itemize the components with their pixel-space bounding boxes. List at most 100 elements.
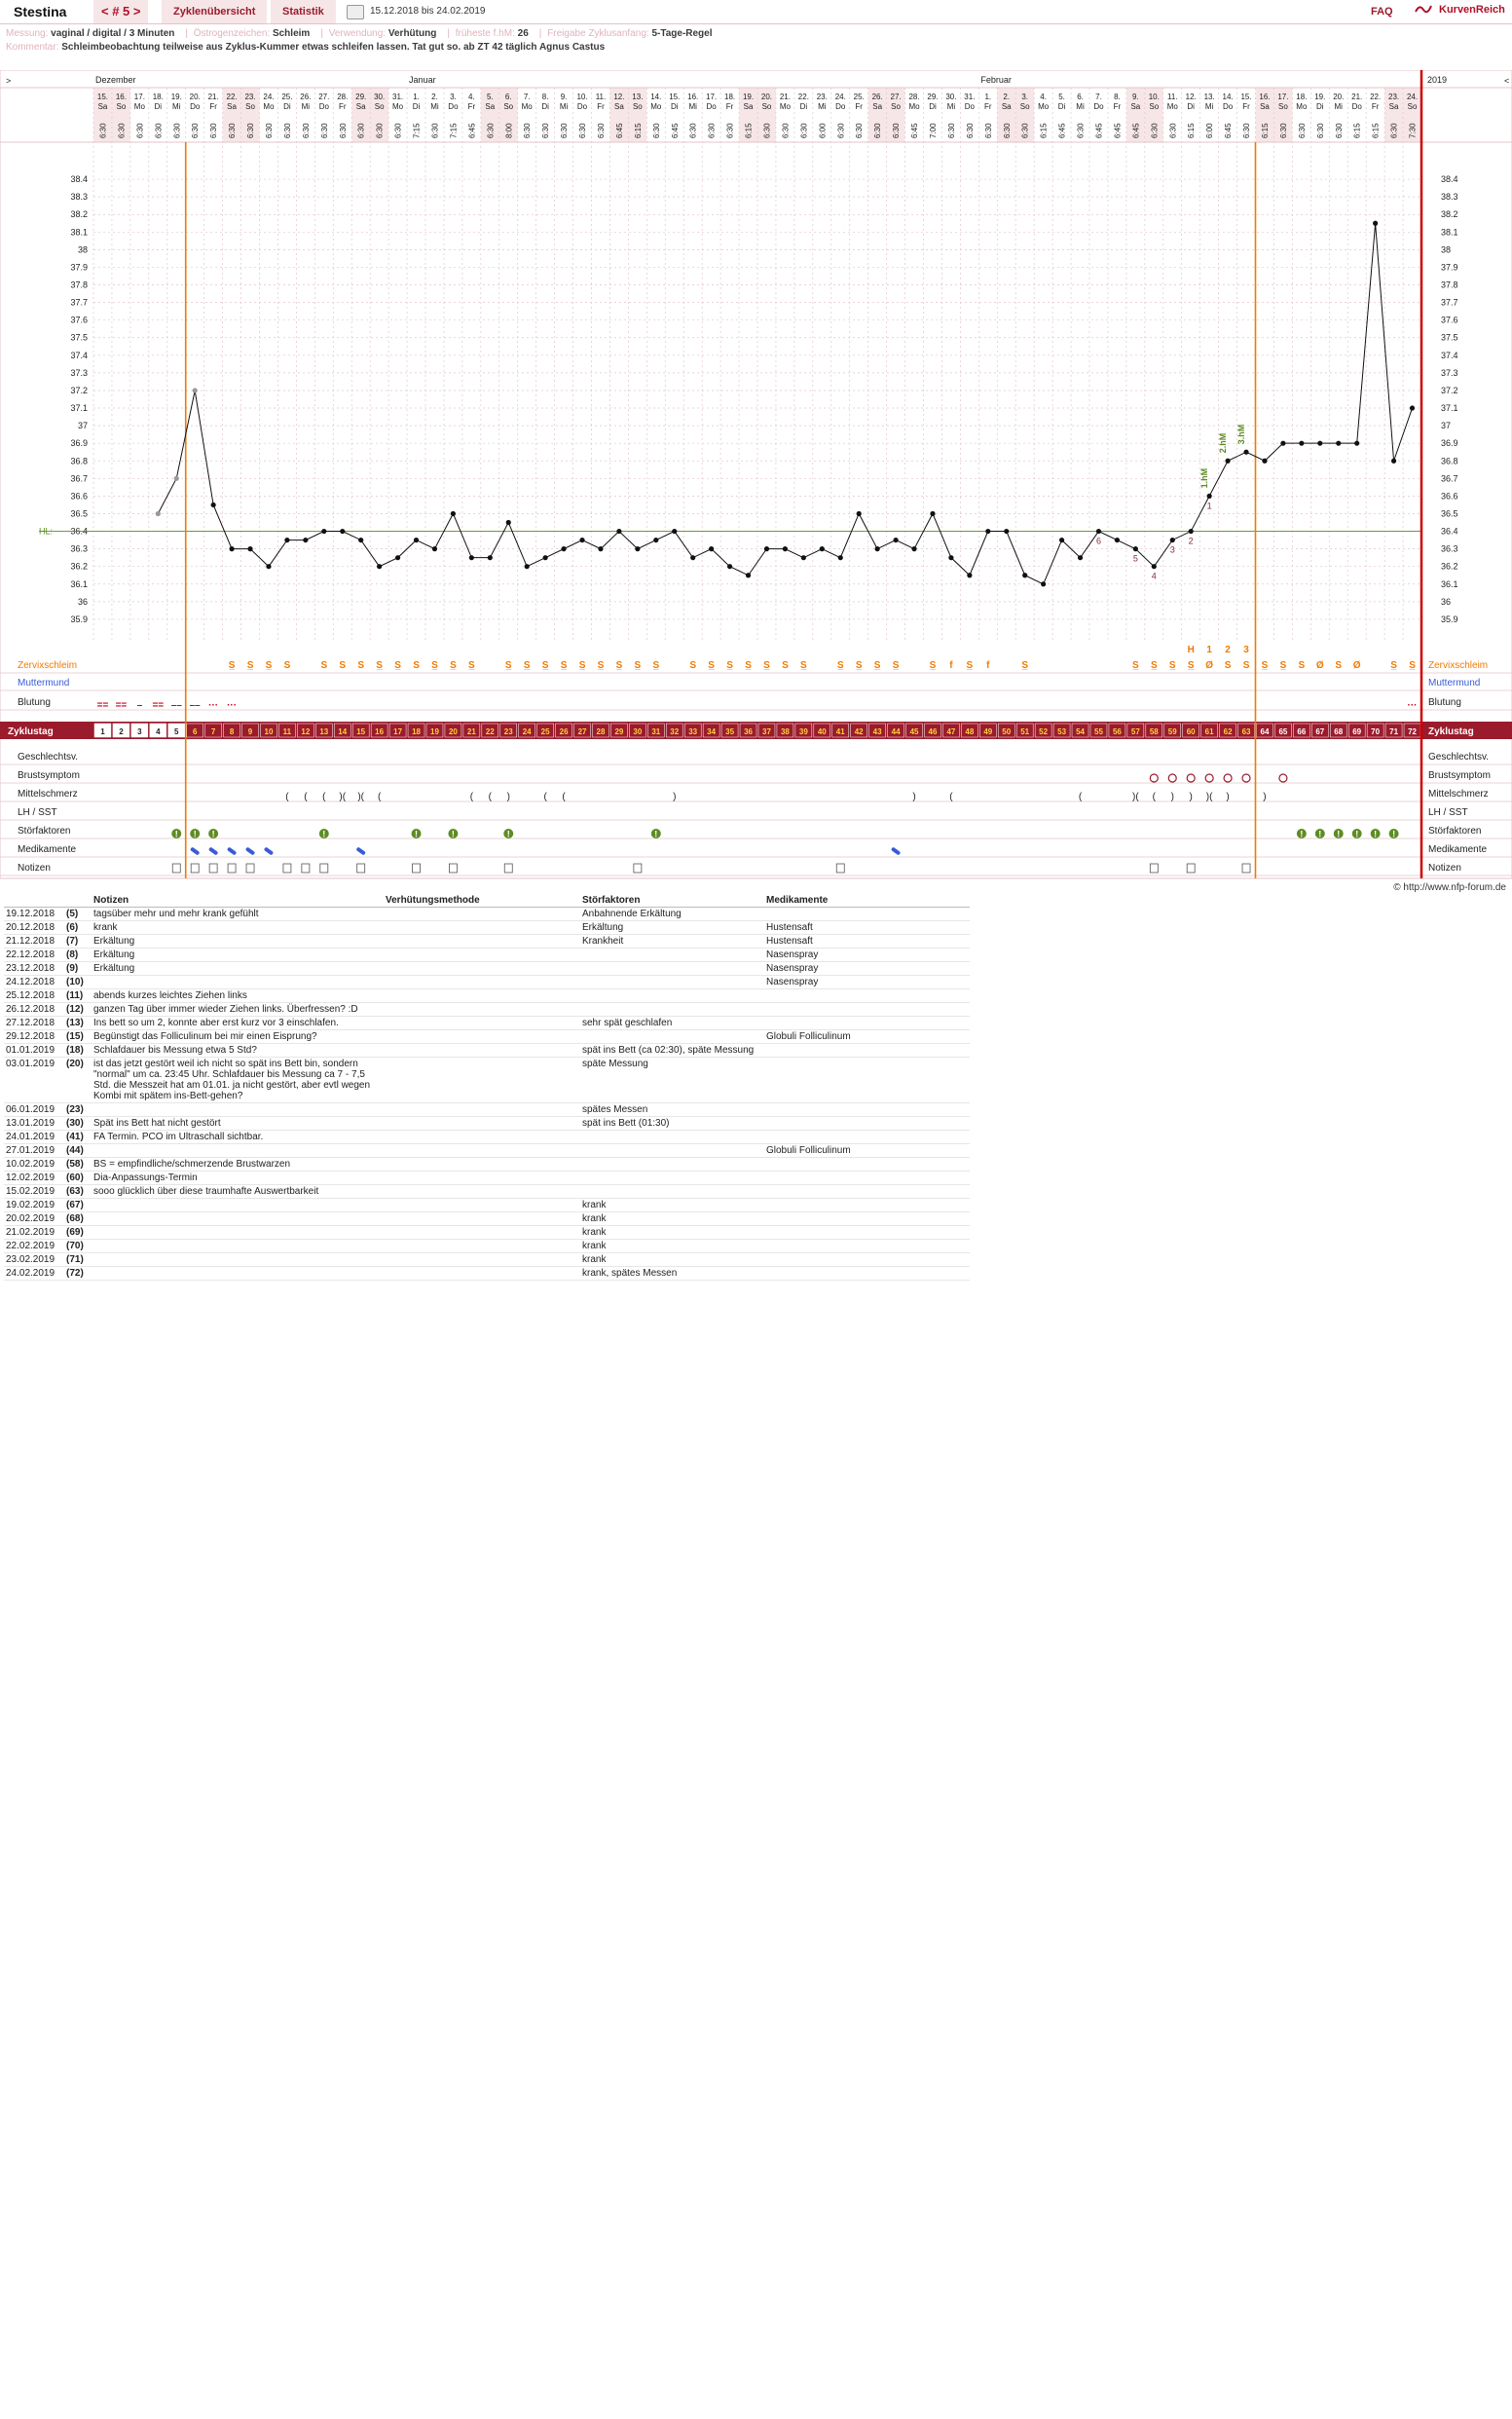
weekday-label: Mo [650, 102, 662, 111]
time-label: 6:45 [1094, 123, 1103, 138]
note-icon [190, 863, 200, 874]
cell-date: 19.02.2019 [4, 1198, 64, 1212]
meta-line-2: Kommentar: Schleimbeobachtung teilweise … [6, 41, 720, 55]
cycle-meta: Messung: vaginal / digital / 3 Minuten | … [6, 27, 720, 55]
weekday-label: Sa [872, 102, 882, 111]
note-icon [449, 863, 458, 874]
cycle-day-number: 46 [929, 727, 938, 736]
tab-statistics[interactable]: Statistik [271, 0, 336, 23]
measurement-value: vaginal / digital / 3 Minuten [51, 28, 175, 39]
cell-stoer: krank [580, 1198, 764, 1212]
cell-date: 21.12.2018 [4, 934, 64, 949]
row-label-right-blut: Blutung [1428, 697, 1461, 708]
cell-note: Ins bett so um 2, konnte aber erst kurz … [92, 1016, 384, 1030]
cell-med [764, 1043, 970, 1058]
cycle-navigator[interactable]: < # 5 > [93, 0, 149, 23]
date-label: 14. [1223, 93, 1234, 101]
cell-note [92, 1266, 384, 1281]
weekday-label: Di [283, 102, 291, 111]
table-row: 20.12.2018 (6) krank Erkältung Hustensaft [4, 920, 970, 935]
weekday-label: So [117, 102, 127, 111]
time-label: 6:30 [339, 123, 348, 138]
table-row: 23.02.2019 (71) krank [4, 1252, 970, 1267]
y-tick-left: 35.9 [70, 614, 88, 624]
cell-date: 29.12.2018 [4, 1029, 64, 1044]
weekday-label: Fr [1114, 102, 1122, 111]
temperature-point [930, 510, 936, 517]
disturbance-icon-mark: ! [1392, 830, 1395, 839]
weekday-label: Do [707, 102, 718, 111]
date-label: 9. [1132, 93, 1139, 101]
row-label-right-stoer: Störfaktoren [1428, 826, 1481, 837]
cell-meth [384, 1239, 580, 1253]
cycle-day-number: 16 [375, 727, 384, 736]
weekday-label: Mo [263, 102, 275, 111]
y-tick-right: 37.9 [1441, 262, 1458, 272]
temperature-point [598, 546, 604, 552]
temperature-point [468, 555, 474, 561]
mucus-symbol: S [320, 660, 327, 671]
tab-cycle-overview[interactable]: Zyklenübersicht [162, 0, 268, 23]
cell-ct: (18) [64, 1043, 92, 1058]
note-icon [245, 863, 255, 874]
time-label: 6:30 [873, 123, 882, 138]
note-icon [227, 863, 237, 874]
date-label: 18. [153, 93, 164, 101]
cell-meth [384, 1102, 580, 1117]
weekday-label: So [375, 102, 385, 111]
weekday-label: Sa [614, 102, 624, 111]
cycle-day-number: 25 [541, 727, 550, 736]
weekday-label: So [762, 102, 772, 111]
date-label: 5. [487, 93, 494, 101]
time-label: 6:45 [467, 123, 476, 138]
low-mark-label: 3 [1170, 545, 1175, 555]
mucus-symbol: S̲ [505, 660, 512, 671]
mucus-symbol: S̲ [763, 660, 770, 671]
printer-icon[interactable] [347, 5, 364, 19]
cell-stoer: krank, spätes Messen [580, 1266, 764, 1281]
time-label: 6:30 [1003, 123, 1012, 138]
month-label: Dezember [95, 75, 136, 85]
estrogen-value: Schleim [272, 28, 311, 39]
table-row: 23.12.2018 (9) Erkältung Nasenspray [4, 961, 970, 976]
mucus-symbol: S̲ [837, 660, 844, 671]
cell-ct: (23) [64, 1102, 92, 1117]
time-label: 6:30 [708, 123, 717, 138]
cell-note: Erkältung [92, 934, 384, 949]
note-icon [301, 863, 311, 874]
mucus-symbol: S̲ [800, 660, 807, 671]
cell-note: ist das jetzt gestört weil ich nicht so … [92, 1057, 384, 1103]
date-label: 20. [1333, 93, 1344, 101]
y-tick-right: 36.8 [1441, 456, 1458, 465]
row-label-right-lh: LH / SST [1428, 807, 1468, 818]
time-label: 6:30 [246, 123, 255, 138]
cell-date: 24.12.2018 [4, 975, 64, 989]
y-tick-right: 37.8 [1441, 280, 1458, 290]
comment-value: Schleimbeobachtung teilweise aus Zyklus-… [61, 42, 606, 53]
cycle-day-number: 64 [1261, 727, 1270, 736]
temperature-point [431, 546, 438, 552]
date-label: 22. [798, 93, 809, 101]
bleeding-symbol: ··· [227, 700, 237, 711]
temperature-point [505, 519, 511, 526]
weekday-label: Mo [780, 102, 792, 111]
note-icon [503, 863, 513, 874]
brand-name[interactable]: KurvenReich [1439, 4, 1505, 16]
date-label: 13. [1204, 93, 1215, 101]
cell-stoer [580, 975, 764, 989]
cell-meth [384, 1016, 580, 1030]
table-row: 25.12.2018 (11) abends kurzes leichtes Zie… [4, 988, 970, 1003]
mucus-symbol: S [339, 660, 346, 671]
temperature-point [579, 537, 585, 543]
faq-link[interactable]: FAQ [1371, 6, 1393, 18]
mucus-symbol: S̲ [652, 660, 659, 671]
cycle-day-number: 37 [762, 727, 771, 736]
low-mark-label: 5 [1133, 554, 1138, 564]
cycle-day-number: 70 [1371, 727, 1380, 736]
mucus-symbol: S [413, 660, 420, 671]
notes-header-row: Notizen Verhütungsmethode Störfaktoren M… [4, 894, 970, 908]
cell-med [764, 1002, 970, 1017]
date-label: 17. [706, 93, 717, 101]
mucus-counter: 3 [1243, 645, 1249, 655]
date-label: 27. [318, 93, 329, 101]
